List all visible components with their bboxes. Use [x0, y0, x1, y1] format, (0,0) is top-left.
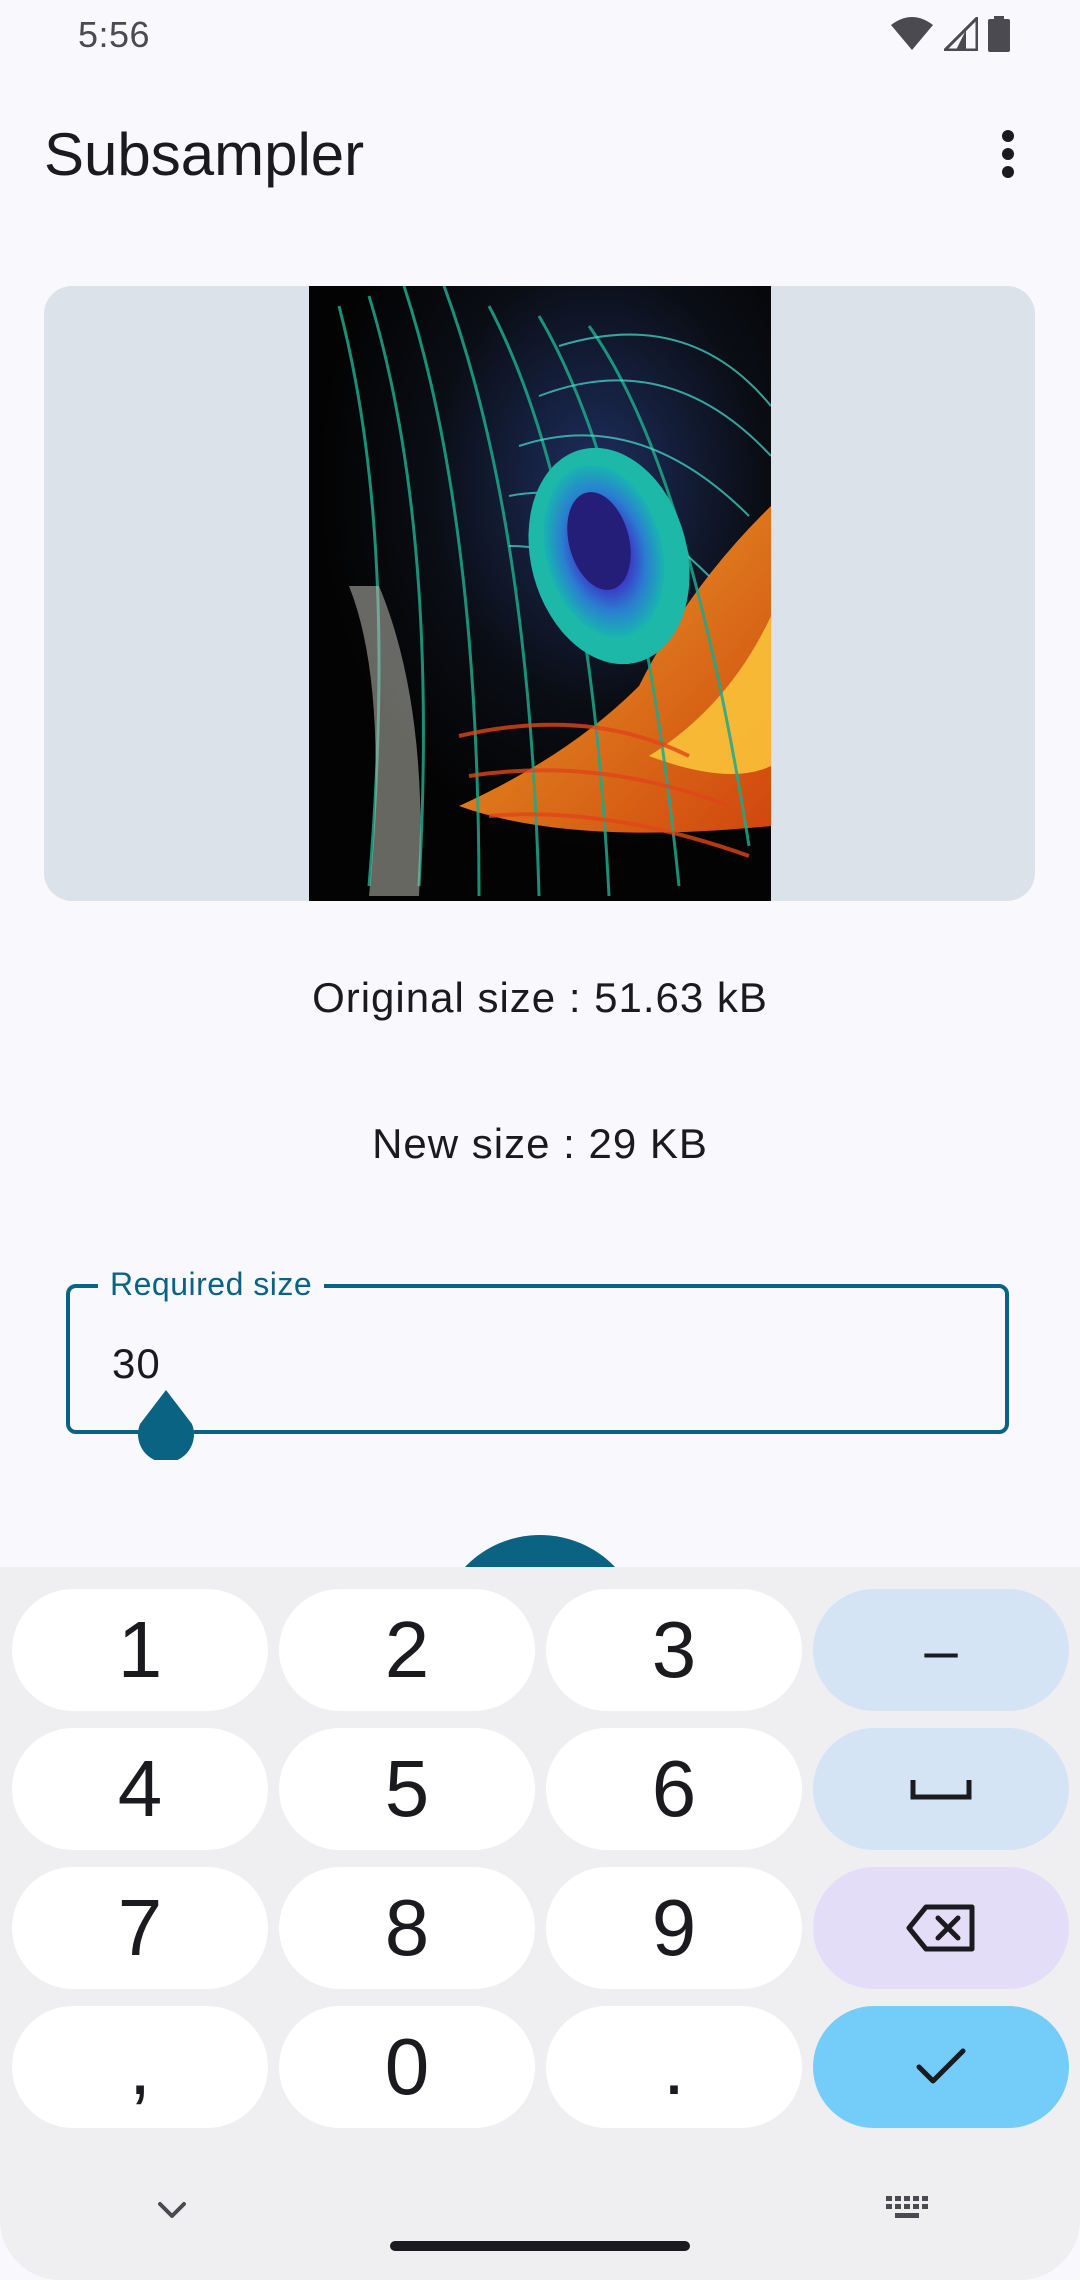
image-preview-card[interactable]	[44, 286, 1035, 901]
key-backspace[interactable]	[813, 1867, 1069, 1989]
key-5[interactable]: 5	[279, 1728, 535, 1850]
app-title: Subsampler	[44, 121, 365, 188]
original-size-label: Original size : 51.63 kB	[312, 974, 768, 1021]
chevron-down-icon[interactable]	[157, 2200, 187, 2220]
required-size-field[interactable]: Required size 30	[66, 1266, 1009, 1434]
wifi-icon	[891, 17, 933, 50]
key-minus[interactable]: –	[813, 1589, 1069, 1711]
required-size-value[interactable]: 30	[112, 1340, 161, 1388]
feather-image	[309, 286, 771, 901]
status-time: 5:56	[78, 14, 151, 55]
key-8[interactable]: 8	[279, 1867, 535, 1989]
key-done[interactable]	[813, 2006, 1069, 2128]
screen: 5:56 Subsampler Original size: 51.63 kB…	[0, 0, 1080, 2280]
status-icons	[890, 16, 1010, 52]
key-4[interactable]: 4	[12, 1728, 268, 1850]
key-period[interactable]: .	[546, 2006, 802, 2128]
home-gesture-bar[interactable]	[390, 2241, 690, 2251]
new-size-label: New size : 29 KB	[372, 1120, 708, 1167]
key-2[interactable]: 2	[279, 1589, 535, 1711]
new-size-text: New size : 29 KB	[0, 1120, 1080, 1168]
backspace-icon	[906, 1904, 975, 1952]
original-size-text: Original size : 51.63 kB	[0, 974, 1080, 1022]
key-space[interactable]	[813, 1728, 1069, 1850]
key-0[interactable]: 0	[279, 2006, 535, 2128]
check-icon	[916, 2048, 966, 2084]
key-9[interactable]: 9	[546, 1867, 802, 1989]
top-app-bar: Subsampler	[0, 100, 1080, 210]
key-6[interactable]: 6	[546, 1728, 802, 1850]
key-3[interactable]: 3	[546, 1589, 802, 1711]
key-comma[interactable]: ,	[12, 2006, 268, 2128]
more-options-button[interactable]	[976, 122, 1040, 186]
peacock-feather-graphic	[309, 286, 771, 901]
keyboard-icon[interactable]	[886, 2196, 930, 2224]
battery-icon	[988, 16, 1010, 52]
required-size-label: Required size	[98, 1266, 325, 1303]
keyboard-bottom-bar	[0, 2160, 1080, 2280]
more-vert-icon	[1002, 130, 1014, 178]
status-bar: 5:56	[0, 0, 1080, 72]
text-cursor-handle[interactable]	[136, 1390, 196, 1460]
cellular-signal-icon	[944, 17, 978, 51]
key-7[interactable]: 7	[12, 1867, 268, 1989]
key-1[interactable]: 1	[12, 1589, 268, 1711]
space-icon	[910, 1780, 972, 1800]
